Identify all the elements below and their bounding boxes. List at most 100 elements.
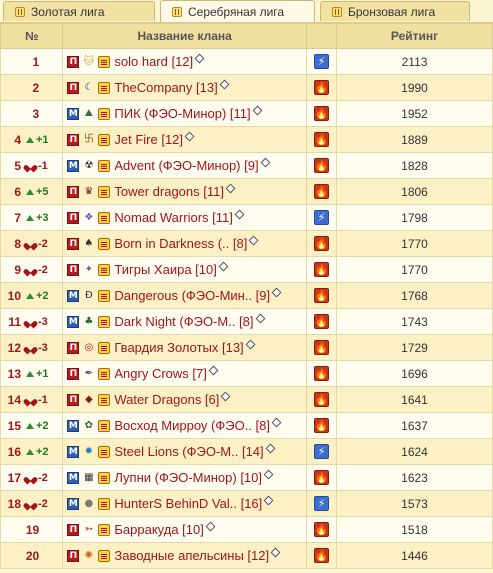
clan-name-cell: М ⛰ ПИК (ФЭО-Минор) [11] xyxy=(62,100,307,127)
clan-info-icon[interactable] xyxy=(265,443,276,453)
clan-info-icon[interactable] xyxy=(270,547,281,557)
clan-rank-icon xyxy=(98,237,111,250)
rank-number: 1 xyxy=(32,54,40,69)
clan-info-icon[interactable] xyxy=(225,183,236,193)
tab-silver-league[interactable]: Серебряная лига xyxy=(160,0,315,22)
clan-name-link[interactable]: Tower dragons [11] xyxy=(114,184,224,199)
table-row: 9 -2 П ✦ Тигры Хаира [10] 🔥 1770 xyxy=(0,256,493,283)
clan-emblem-icon: ➳ xyxy=(84,524,94,535)
clan-name-link[interactable]: Dangerous (ФЭО-Мин.. [9] xyxy=(114,288,270,303)
clan-name-link[interactable]: Born in Darkness (.. [8] xyxy=(114,236,247,251)
clan-name-link[interactable]: ПИК (ФЭО-Минор) [11] xyxy=(114,106,250,121)
table-row: 5 -1 М ☢ Advent (ФЭО-Минор) [9] 🔥 1828 xyxy=(0,152,493,179)
arrow-up-icon xyxy=(26,422,34,429)
clan-rank-icon xyxy=(98,471,111,484)
clan-name-link[interactable]: Water Dragons [6] xyxy=(114,392,219,407)
blue-side-badge-icon: М xyxy=(67,445,80,458)
clan-rank-icon xyxy=(98,315,111,328)
table-row: 20 П ✺ Заводные апельсины [12] 🔥 1446 xyxy=(0,542,493,569)
rank-change-up: +2 xyxy=(26,446,49,458)
rank-cell: 5 -1 xyxy=(0,152,64,179)
element-cell: 🔥 xyxy=(305,126,338,153)
clan-name-link[interactable]: Барракуда [10] xyxy=(114,522,203,537)
clan-name-cell: М ✹ Steel Lions (ФЭО-М.. [14] xyxy=(62,438,307,465)
clan-name-link[interactable]: Advent (ФЭО-Минор) [9] xyxy=(114,158,258,173)
red-side-badge-icon: П xyxy=(67,523,80,536)
rank-number: 9 xyxy=(14,262,21,277)
tab-label: Серебряная лига xyxy=(188,4,285,19)
tab-label: Золотая лига xyxy=(31,4,105,19)
rank-change-down: -2 xyxy=(26,472,48,484)
red-side-badge-icon: П xyxy=(67,55,80,68)
clan-info-icon[interactable] xyxy=(252,105,263,115)
rank-number: 8 xyxy=(14,236,21,251)
rank-change-value: -1 xyxy=(38,393,48,406)
clan-name-link[interactable]: Лупни (ФЭО-Минор) [10] xyxy=(114,470,262,485)
rank-change-down: -1 xyxy=(26,160,48,172)
clan-name-link[interactable]: Dark Night (ФЭО-М.. [8] xyxy=(114,314,253,329)
clan-emblem-icon: ⛰ xyxy=(84,108,94,119)
clan-name-link[interactable]: Angry Crows [7] xyxy=(114,366,206,381)
tab-gold-league[interactable]: Золотая лига xyxy=(3,1,155,21)
clan-emblem-icon: ● xyxy=(84,498,94,509)
column-header-name[interactable]: Название клана xyxy=(62,23,307,49)
clan-info-icon[interactable] xyxy=(194,53,205,63)
table-row: 4 +1 П 卐 Jet Fire [12] 🔥 1889 xyxy=(0,126,493,153)
column-header-rating[interactable]: Рейтинг xyxy=(336,23,493,49)
table-row: 17 -2 М ▦ Лупни (ФЭО-Минор) [10] 🔥 1623 xyxy=(0,464,493,491)
clan-rank-icon xyxy=(98,393,111,406)
column-header-rank[interactable]: № xyxy=(0,23,64,49)
rank-number: 2 xyxy=(32,80,40,95)
table-row: 3 М ⛰ ПИК (ФЭО-Минор) [11] 🔥 1952 xyxy=(0,100,493,127)
clan-info-icon[interactable] xyxy=(248,235,259,245)
clan-info-icon[interactable] xyxy=(263,469,274,479)
clan-info-icon[interactable] xyxy=(271,417,282,427)
element-cell: 🔥 xyxy=(305,516,338,543)
table-row: 1 П 🐱 solo hard [12] ⚡ 2113 xyxy=(0,48,493,75)
clan-name-link[interactable]: Восход Мирроу (ФЭО.. [8] xyxy=(114,418,270,433)
fire-element-icon: 🔥 xyxy=(313,106,329,121)
clan-info-icon[interactable] xyxy=(205,521,216,531)
clan-rank-icon xyxy=(98,55,111,68)
clan-name-cell: П 卐 Jet Fire [12] xyxy=(62,126,307,153)
clan-name-link[interactable]: Заводные апельсины [12] xyxy=(114,548,269,563)
clan-name-link[interactable]: HunterS BehinD Val.. [16] xyxy=(114,496,262,511)
clan-name-link[interactable]: Steel Lions (ФЭО-М.. [14] xyxy=(114,444,263,459)
rank-change-up: +3 xyxy=(26,212,49,224)
clan-name-link[interactable]: solo hard [12] xyxy=(114,54,193,69)
clan-name-link[interactable]: TheCompany [13] xyxy=(114,80,217,95)
clan-name-link[interactable]: Nomad Warriors [11] xyxy=(114,210,232,225)
clan-name-cell: П ◆ Water Dragons [6] xyxy=(62,386,307,413)
clan-info-icon[interactable] xyxy=(208,365,219,375)
column-header-element xyxy=(305,23,338,49)
clan-info-icon[interactable] xyxy=(234,209,245,219)
clan-info-icon[interactable] xyxy=(245,339,256,349)
element-cell: 🔥 xyxy=(305,74,338,101)
clan-info-icon[interactable] xyxy=(220,391,231,401)
red-side-badge-icon: П xyxy=(67,393,80,406)
table-row: 7 +3 П ❖ Nomad Warriors [11] ⚡ 1798 xyxy=(0,204,493,231)
clan-info-icon[interactable] xyxy=(255,313,265,323)
fire-element-icon: 🔥 xyxy=(313,366,329,381)
rating-value: 1696 xyxy=(336,360,493,387)
clan-rank-icon xyxy=(98,159,111,172)
rating-value: 1641 xyxy=(336,386,493,413)
clan-name-link[interactable]: Jet Fire [12] xyxy=(114,132,183,147)
blue-side-badge-icon: М xyxy=(67,289,80,302)
clan-name-cell: П ✦ Тигры Хаира [10] xyxy=(62,256,307,283)
tab-bronze-league[interactable]: Бронзовая лига xyxy=(320,1,470,21)
clan-info-icon[interactable] xyxy=(218,261,229,271)
league-tabs: Золотая лига Серебряная лига Бронзовая л… xyxy=(0,0,493,23)
clan-name-link[interactable]: Гвардия Золотых [13] xyxy=(114,340,243,355)
rank-change-value: +3 xyxy=(36,211,49,224)
clan-info-icon[interactable] xyxy=(263,495,274,505)
rank-cell: 20 xyxy=(0,542,64,569)
rating-value: 1828 xyxy=(336,152,493,179)
clan-name-link[interactable]: Тигры Хаира [10] xyxy=(114,262,216,277)
clan-info-icon[interactable] xyxy=(260,157,271,167)
blue-side-badge-icon: М xyxy=(67,419,80,432)
clan-info-icon[interactable] xyxy=(271,287,282,297)
clan-info-icon[interactable] xyxy=(219,79,230,89)
clan-info-icon[interactable] xyxy=(184,131,195,141)
clan-emblem-icon: Ð xyxy=(85,290,93,301)
